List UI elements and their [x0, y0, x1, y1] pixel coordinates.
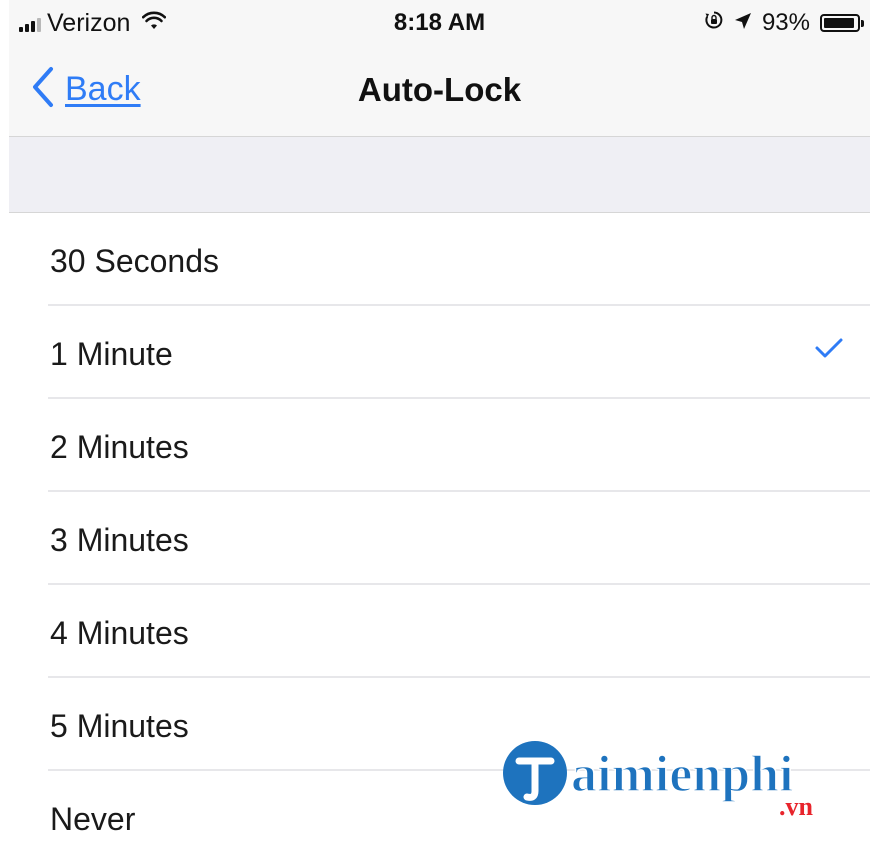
page-title: Auto-Lock — [357, 71, 522, 108]
navigation-bar: Back Auto-Lock — [9, 46, 870, 137]
battery-level — [824, 18, 854, 28]
settings-screen: Verizon 8:18 AM 93% Back Auto-Lock 30 Se… — [9, 0, 870, 864]
option-label: 30 Seconds — [50, 243, 220, 279]
status-right: 93% — [704, 9, 864, 37]
status-bar: Verizon 8:18 AM 93% — [9, 0, 870, 46]
battery-percent: 93% — [761, 9, 810, 36]
option-3-minutes[interactable]: 3 Minutes — [9, 492, 870, 585]
option-1-minute[interactable]: 1 Minute — [9, 306, 870, 399]
checkmark-icon — [814, 336, 844, 365]
battery-icon — [820, 14, 864, 32]
option-label: 1 Minute — [50, 336, 173, 372]
taimienphi-logo: aimienphi .vn — [503, 741, 814, 821]
screen-rotation-lock-icon — [704, 9, 724, 37]
option-30-seconds[interactable]: 30 Seconds — [9, 213, 870, 306]
section-header — [9, 137, 870, 213]
option-label: 2 Minutes — [50, 429, 189, 465]
screenshot-edge — [0, 0, 9, 850]
logo-brand-text: aimienphi — [571, 746, 794, 803]
option-2-minutes[interactable]: 2 Minutes — [9, 399, 870, 492]
option-label: 4 Minutes — [50, 615, 189, 651]
option-4-minutes[interactable]: 4 Minutes — [9, 585, 870, 678]
location-arrow-icon — [734, 9, 752, 37]
option-label: Never — [50, 801, 136, 837]
option-label: 5 Minutes — [50, 708, 189, 744]
option-label: 3 Minutes — [50, 522, 189, 558]
logo-suffix-text: .vn — [779, 792, 814, 821]
